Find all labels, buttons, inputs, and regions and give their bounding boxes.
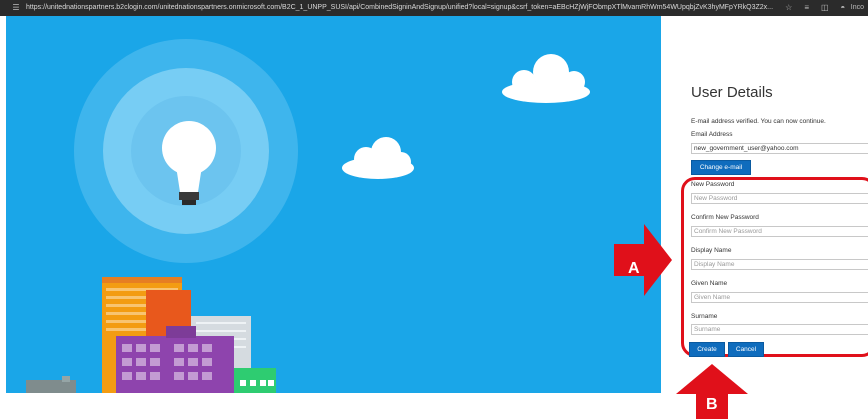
- menu-icon[interactable]: ☰: [10, 0, 22, 16]
- new-password-label: New Password: [691, 181, 735, 188]
- surname-input[interactable]: [691, 324, 868, 335]
- change-email-button[interactable]: Change e-mail: [691, 160, 751, 175]
- email-label: Email Address: [691, 131, 733, 138]
- page-title: User Details: [691, 84, 773, 101]
- verified-message: E-mail address verified. You can now con…: [691, 118, 826, 125]
- cloud-icon: [342, 137, 414, 179]
- given-name-input[interactable]: [691, 292, 868, 303]
- reading-list-icon[interactable]: ≡: [801, 0, 813, 16]
- user-details-panel: User Details E-mail address verified. Yo…: [661, 16, 868, 419]
- hero-artwork: [26, 39, 590, 393]
- incognito-icon[interactable]: ◓: [837, 0, 849, 16]
- split-screen-icon[interactable]: ◫: [819, 0, 831, 16]
- city-buildings-icon: [26, 277, 276, 393]
- display-name-label: Display Name: [691, 247, 732, 254]
- surname-label: Surname: [691, 313, 718, 320]
- hero-illustration: [6, 16, 661, 393]
- new-password-input[interactable]: [691, 193, 868, 204]
- email-field: new_government_user@yahoo.com: [691, 143, 868, 154]
- browser-address-bar: ☰ https://unitednationspartners.b2clogin…: [0, 0, 868, 16]
- create-button[interactable]: Create: [689, 342, 725, 357]
- url-text[interactable]: https://unitednationspartners.b2clogin.c…: [22, 0, 777, 16]
- arrow-a-label: A: [628, 260, 640, 277]
- confirm-password-input[interactable]: [691, 226, 868, 237]
- star-icon[interactable]: ☆: [783, 0, 795, 16]
- cloud-icon: [502, 54, 590, 103]
- profile-label[interactable]: Inco: [851, 0, 864, 16]
- arrow-b-label: B: [706, 396, 718, 413]
- given-name-label: Given Name: [691, 280, 728, 287]
- display-name-input[interactable]: [691, 259, 868, 270]
- confirm-password-label: Confirm New Password: [691, 214, 759, 221]
- arrow-a-icon: [614, 224, 672, 296]
- cancel-button[interactable]: Cancel: [728, 342, 764, 357]
